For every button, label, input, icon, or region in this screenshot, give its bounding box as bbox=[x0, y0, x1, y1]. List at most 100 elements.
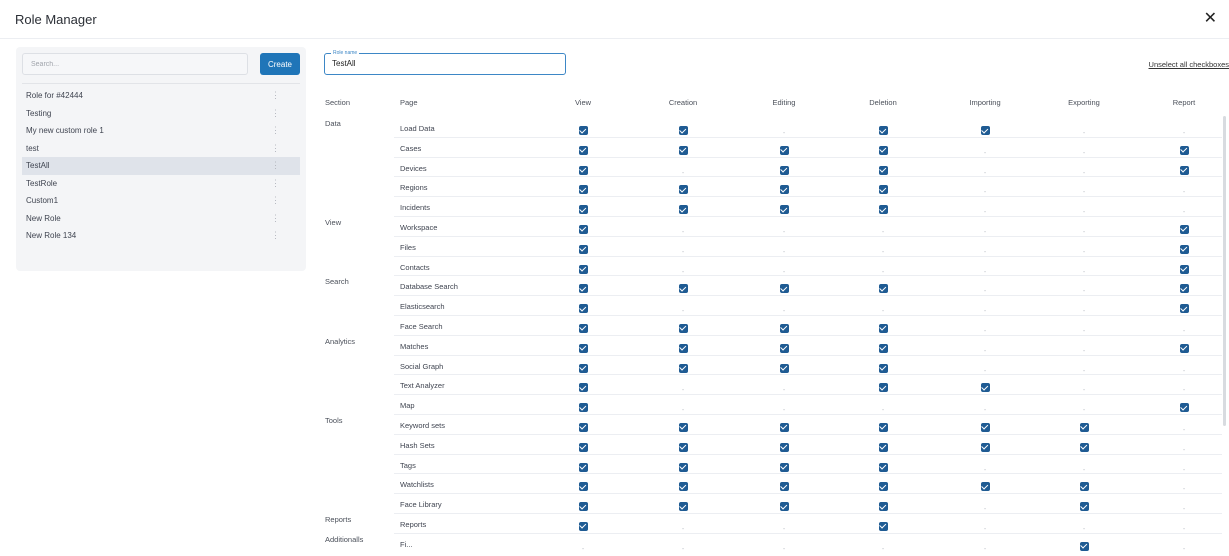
deletion-checkbox[interactable] bbox=[878, 422, 888, 432]
role-item[interactable]: TestAll ⋮ bbox=[22, 157, 300, 175]
deletion-checkbox[interactable] bbox=[878, 343, 888, 353]
role-item[interactable]: TestRole ⋮ bbox=[22, 175, 300, 193]
view-checkbox[interactable] bbox=[578, 462, 588, 472]
kebab-menu-icon[interactable]: ⋮ bbox=[271, 87, 280, 105]
deletion-checkbox[interactable] bbox=[878, 284, 888, 294]
kebab-menu-icon[interactable]: ⋮ bbox=[271, 175, 280, 193]
search-input[interactable] bbox=[22, 53, 248, 75]
role-item[interactable]: test ⋮ bbox=[22, 140, 300, 158]
kebab-menu-icon[interactable]: ⋮ bbox=[271, 192, 280, 210]
view-checkbox[interactable] bbox=[578, 383, 588, 393]
creation-checkbox[interactable] bbox=[678, 185, 688, 195]
view-checkbox[interactable] bbox=[578, 304, 588, 314]
editing-checkbox[interactable] bbox=[779, 462, 789, 472]
exporting-checkbox[interactable] bbox=[1079, 541, 1089, 551]
editing-checkbox[interactable] bbox=[779, 284, 789, 294]
editing-checkbox[interactable] bbox=[779, 343, 789, 353]
kebab-menu-icon[interactable]: ⋮ bbox=[271, 157, 280, 175]
role-name-value[interactable]: TestAll bbox=[332, 59, 356, 68]
view-checkbox[interactable] bbox=[578, 521, 588, 531]
view-checkbox[interactable] bbox=[578, 284, 588, 294]
creation-checkbox[interactable] bbox=[678, 323, 688, 333]
exporting-checkbox[interactable] bbox=[1079, 482, 1089, 492]
report-checkbox[interactable] bbox=[1179, 224, 1189, 234]
deletion-checkbox[interactable] bbox=[878, 521, 888, 531]
creation-checkbox[interactable] bbox=[678, 145, 688, 155]
view-checkbox[interactable] bbox=[578, 343, 588, 353]
view-checkbox[interactable] bbox=[578, 502, 588, 512]
creation-checkbox[interactable] bbox=[678, 502, 688, 512]
report-checkbox[interactable] bbox=[1179, 165, 1189, 175]
deletion-checkbox[interactable] bbox=[878, 185, 888, 195]
deletion-checkbox[interactable] bbox=[878, 145, 888, 155]
deletion-checkbox[interactable] bbox=[878, 205, 888, 215]
editing-checkbox[interactable] bbox=[779, 145, 789, 155]
view-checkbox[interactable] bbox=[578, 165, 588, 175]
role-item[interactable]: My new custom role 1 ⋮ bbox=[22, 122, 300, 140]
editing-checkbox[interactable] bbox=[779, 442, 789, 452]
kebab-menu-icon[interactable]: ⋮ bbox=[271, 105, 280, 123]
view-checkbox[interactable] bbox=[578, 403, 588, 413]
view-checkbox[interactable] bbox=[578, 422, 588, 432]
role-name-field[interactable]: Role name TestAll bbox=[324, 49, 566, 75]
creation-checkbox[interactable] bbox=[678, 363, 688, 373]
kebab-menu-icon[interactable]: ⋮ bbox=[271, 122, 280, 140]
role-item[interactable]: Testing ⋮ bbox=[22, 105, 300, 123]
close-icon[interactable]: ✕ bbox=[1204, 9, 1217, 29]
view-checkbox[interactable] bbox=[578, 442, 588, 452]
deletion-checkbox[interactable] bbox=[878, 323, 888, 333]
editing-checkbox[interactable] bbox=[779, 482, 789, 492]
importing-checkbox[interactable] bbox=[980, 126, 990, 135]
importing-checkbox[interactable] bbox=[980, 482, 990, 492]
creation-checkbox[interactable] bbox=[678, 462, 688, 472]
role-item[interactable]: Role for #42444 ⋮ bbox=[22, 87, 300, 105]
view-checkbox[interactable] bbox=[578, 244, 588, 254]
editing-checkbox[interactable] bbox=[779, 165, 789, 175]
editing-checkbox[interactable] bbox=[779, 363, 789, 373]
view-checkbox[interactable] bbox=[578, 224, 588, 234]
role-item[interactable]: Custom1 ⋮ bbox=[22, 192, 300, 210]
creation-checkbox[interactable] bbox=[678, 343, 688, 353]
deletion-checkbox[interactable] bbox=[878, 126, 888, 135]
report-checkbox[interactable] bbox=[1179, 343, 1189, 353]
kebab-menu-icon[interactable]: ⋮ bbox=[271, 210, 280, 228]
report-checkbox[interactable] bbox=[1179, 284, 1189, 294]
editing-checkbox[interactable] bbox=[779, 205, 789, 215]
report-checkbox[interactable] bbox=[1179, 304, 1189, 314]
creation-checkbox[interactable] bbox=[678, 205, 688, 215]
importing-checkbox[interactable] bbox=[980, 383, 990, 393]
editing-checkbox[interactable] bbox=[779, 185, 789, 195]
creation-checkbox[interactable] bbox=[678, 482, 688, 492]
kebab-menu-icon[interactable]: ⋮ bbox=[271, 227, 280, 245]
view-checkbox[interactable] bbox=[578, 264, 588, 274]
deletion-checkbox[interactable] bbox=[878, 165, 888, 175]
exporting-checkbox[interactable] bbox=[1079, 442, 1089, 452]
creation-checkbox[interactable] bbox=[678, 126, 688, 135]
deletion-checkbox[interactable] bbox=[878, 383, 888, 393]
create-button[interactable]: Create bbox=[260, 53, 300, 75]
creation-checkbox[interactable] bbox=[678, 422, 688, 432]
view-checkbox[interactable] bbox=[578, 323, 588, 333]
view-checkbox[interactable] bbox=[578, 205, 588, 215]
deletion-checkbox[interactable] bbox=[878, 482, 888, 492]
unselect-all-link[interactable]: Unselect all checkboxes bbox=[1149, 60, 1229, 69]
role-item[interactable]: New Role ⋮ bbox=[22, 210, 300, 228]
deletion-checkbox[interactable] bbox=[878, 502, 888, 512]
deletion-checkbox[interactable] bbox=[878, 442, 888, 452]
editing-checkbox[interactable] bbox=[779, 422, 789, 432]
view-checkbox[interactable] bbox=[578, 126, 588, 135]
creation-checkbox[interactable] bbox=[678, 284, 688, 294]
importing-checkbox[interactable] bbox=[980, 442, 990, 452]
kebab-menu-icon[interactable]: ⋮ bbox=[271, 140, 280, 158]
report-checkbox[interactable] bbox=[1179, 145, 1189, 155]
exporting-checkbox[interactable] bbox=[1079, 502, 1089, 512]
view-checkbox[interactable] bbox=[578, 482, 588, 492]
view-checkbox[interactable] bbox=[578, 145, 588, 155]
creation-checkbox[interactable] bbox=[678, 442, 688, 452]
scrollbar[interactable] bbox=[1223, 116, 1226, 426]
editing-checkbox[interactable] bbox=[779, 323, 789, 333]
exporting-checkbox[interactable] bbox=[1079, 422, 1089, 432]
report-checkbox[interactable] bbox=[1179, 403, 1189, 413]
report-checkbox[interactable] bbox=[1179, 264, 1189, 274]
deletion-checkbox[interactable] bbox=[878, 363, 888, 373]
